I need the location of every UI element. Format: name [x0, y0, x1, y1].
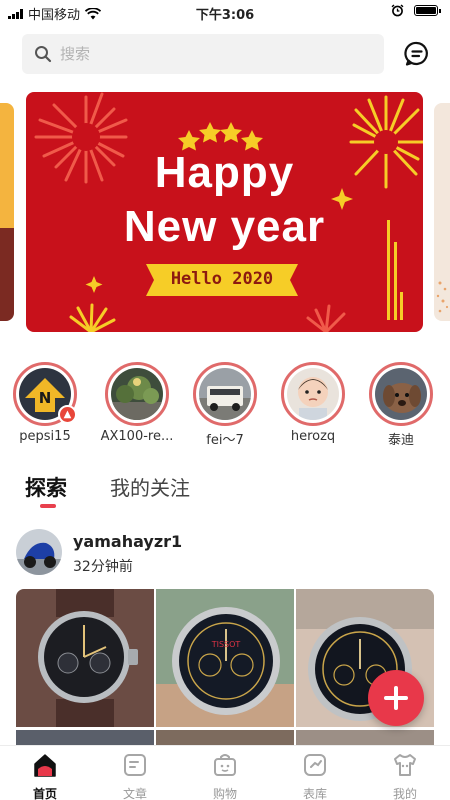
banner-ribbon-text: Hello 2020: [170, 269, 274, 289]
story-avatar: [375, 368, 427, 420]
status-bar: 中国移动 下午3:06: [0, 0, 450, 24]
banner-ribbon: Hello 2020: [146, 262, 298, 298]
previous-banner-peek[interactable]: [0, 103, 14, 321]
message-icon[interactable]: [403, 40, 431, 68]
story-username: pepsi15: [19, 429, 71, 444]
search-input[interactable]: [60, 45, 360, 63]
story-item[interactable]: fei～7: [180, 362, 270, 448]
battery-icon: [414, 5, 441, 16]
shopping-bag-icon: [214, 754, 236, 776]
tab-following[interactable]: 我的关注: [110, 472, 190, 501]
alarm-clock-icon: [391, 4, 404, 17]
home-icon: [34, 754, 56, 777]
post-author-avatar[interactable]: [16, 529, 62, 575]
story-username: fei～7: [206, 433, 244, 448]
story-avatar: [199, 368, 251, 420]
post-timestamp: 32分钟前: [73, 559, 133, 575]
story-username: AX100-re...: [100, 429, 174, 444]
watch-library-icon: [304, 754, 326, 776]
post-photo[interactable]: TISSOT: [156, 589, 294, 727]
fire-icon: ▲: [58, 405, 77, 424]
banner-title-line1: Happy: [154, 148, 295, 197]
add-post-button[interactable]: [368, 670, 424, 726]
status-time: 下午3:06: [195, 8, 255, 23]
search-icon: [35, 46, 52, 63]
tab-explore[interactable]: 探索: [25, 472, 67, 502]
story-avatar: [111, 368, 163, 420]
nav-label: 购物: [212, 787, 237, 800]
bottom-navigation: 首页 文章 购物 表库 我的: [0, 745, 450, 800]
story-avatar: [287, 368, 339, 420]
nav-label: 首页: [32, 787, 57, 800]
svg-text:TISSOT: TISSOT: [211, 640, 241, 649]
story-username: herozq: [290, 429, 336, 444]
story-item[interactable]: AX100-re...: [92, 362, 182, 444]
article-icon: [124, 754, 146, 776]
post-photo[interactable]: [16, 589, 154, 727]
nav-label: 文章: [122, 787, 147, 800]
promo-banner[interactable]: Happy New year Hello 2020: [26, 92, 423, 332]
story-username: 泰迪: [387, 433, 414, 448]
story-item[interactable]: N ▲ pepsi15: [0, 362, 90, 444]
profile-shirt-icon: [394, 754, 416, 776]
nav-article[interactable]: 文章: [100, 752, 170, 800]
story-item[interactable]: herozq: [268, 362, 358, 444]
banner-title-line2: New year: [123, 202, 326, 251]
search-bar[interactable]: [22, 34, 384, 74]
nav-watch-library[interactable]: 表库: [280, 752, 350, 800]
nav-profile[interactable]: 我的: [370, 752, 440, 800]
nav-home[interactable]: 首页: [10, 752, 80, 800]
nav-label: 表库: [302, 787, 327, 800]
svg-text:N: N: [39, 389, 52, 407]
next-banner-peek[interactable]: [434, 103, 450, 321]
nav-label: 我的: [392, 787, 417, 800]
post-username[interactable]: yamahayzr1: [73, 532, 182, 551]
nav-shopping[interactable]: 购物: [190, 752, 260, 800]
active-tab-indicator: [40, 504, 56, 508]
story-item[interactable]: 泰迪: [356, 362, 446, 448]
